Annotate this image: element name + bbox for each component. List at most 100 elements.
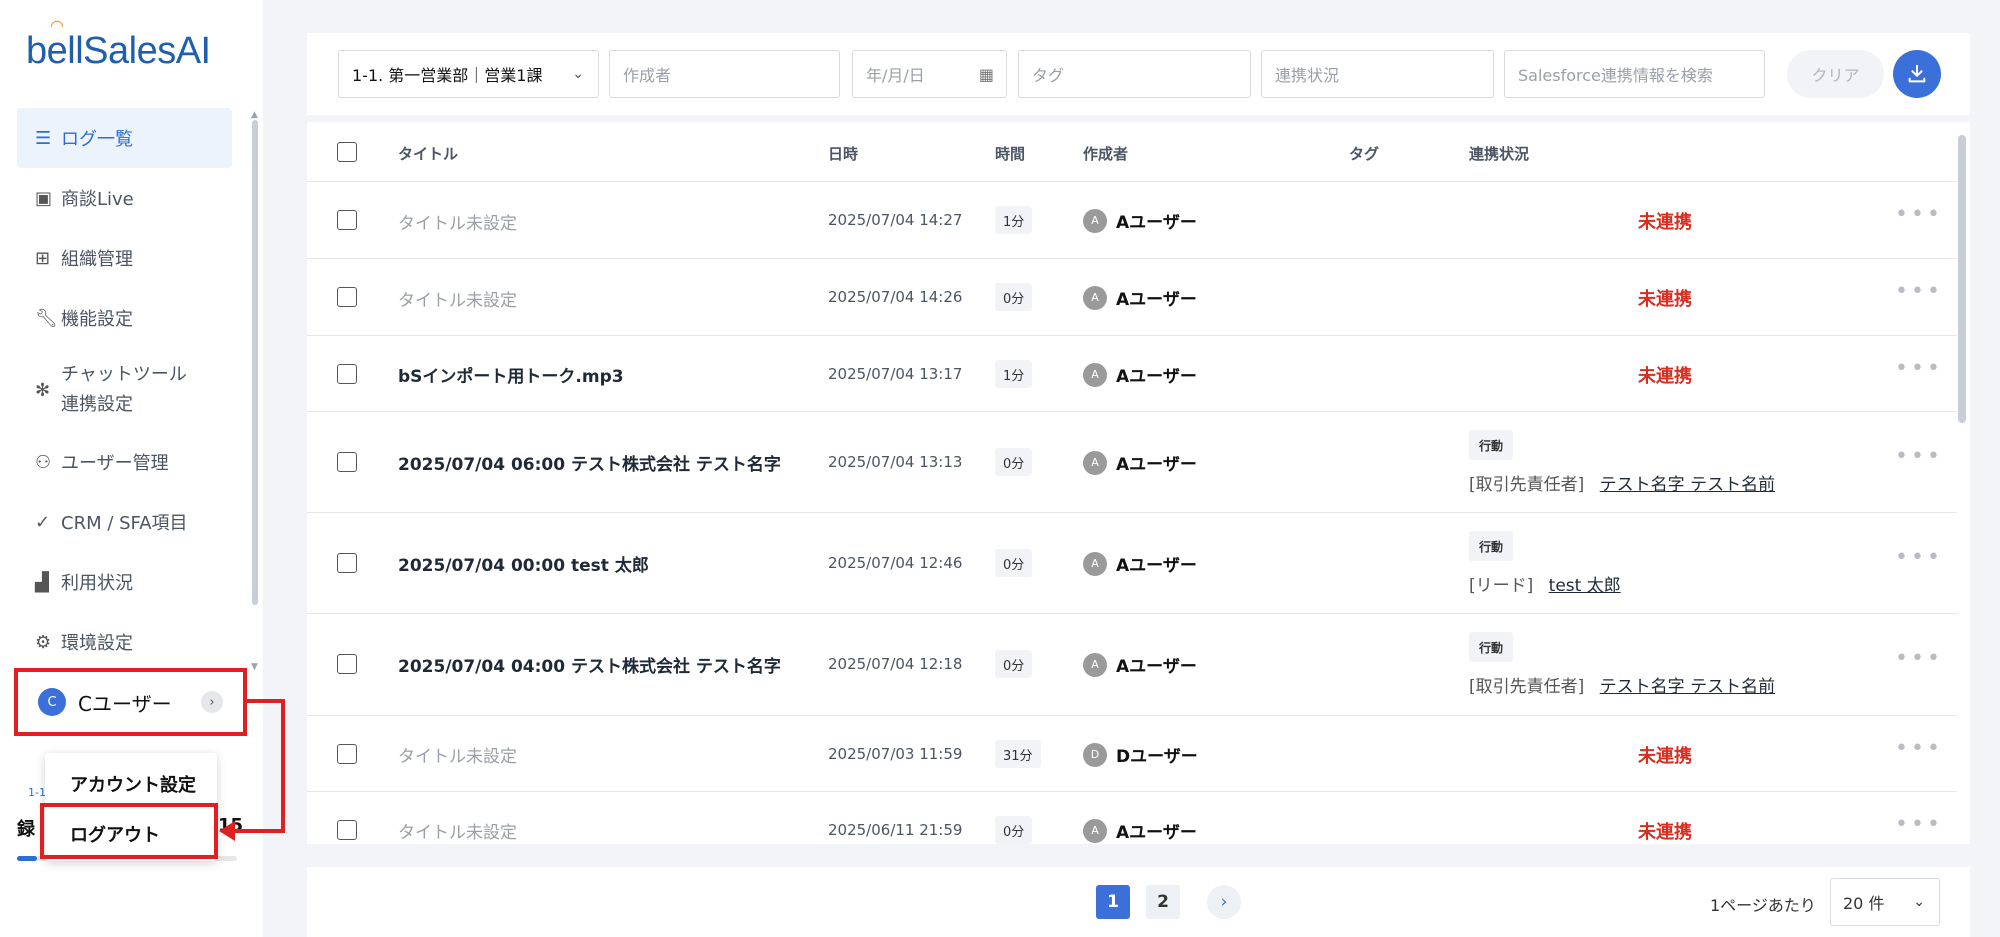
status-filter-input[interactable]: 連携状況	[1261, 50, 1494, 98]
row-title[interactable]: 2025/07/04 06:00 テスト株式会社 テスト名字	[398, 450, 781, 475]
page-button-1[interactable]: 1	[1096, 885, 1130, 919]
row-checkbox[interactable]	[337, 553, 357, 573]
sidebar-item-users[interactable]: ⚇ ユーザー管理	[17, 432, 232, 492]
header-duration[interactable]: 時間	[995, 143, 1025, 164]
more-options-icon[interactable]: •••	[1895, 279, 1943, 304]
row-author: A Aユーザー	[1083, 450, 1197, 475]
table-row[interactable]: タイトル未設定 2025/07/03 11:59 31分 D Dユーザー 未連携 …	[307, 716, 1957, 792]
row-date: 2025/07/03 11:59	[828, 745, 963, 763]
table-row[interactable]: bSインポート用トーク.mp3 2025/07/04 13:17 1分 A Aユー…	[307, 336, 1957, 412]
author-avatar: A	[1083, 208, 1107, 233]
row-link: [リード] test 太郎	[1469, 576, 1621, 596]
more-options-icon[interactable]: •••	[1895, 646, 1943, 671]
current-user-button[interactable]: C Cユーザー ›	[14, 668, 247, 736]
salesforce-search-input[interactable]: Salesforce連携情報を検索	[1504, 50, 1765, 98]
table-row[interactable]: タイトル未設定 2025/06/11 21:59 0分 A Aユーザー 未連携 •…	[307, 792, 1957, 844]
row-checkbox[interactable]	[337, 364, 357, 384]
select-all-checkbox[interactable]	[337, 142, 357, 162]
more-options-icon[interactable]: •••	[1895, 736, 1943, 761]
table-row[interactable]: 2025/07/04 06:00 テスト株式会社 テスト名字 2025/07/0…	[307, 412, 1957, 513]
sidebar-item-organization[interactable]: ⊞ 組織管理	[17, 228, 232, 288]
sidebar-item-usage[interactable]: ▟ 利用状況	[17, 552, 232, 612]
scroll-down-icon[interactable]: ▼	[251, 662, 258, 672]
sidebar-scrollbar[interactable]	[252, 120, 258, 605]
annotation-arrow-icon	[219, 821, 235, 841]
row-checkbox[interactable]	[337, 654, 357, 674]
row-date: 2025/07/04 14:26	[828, 288, 963, 306]
sidebar-item-features[interactable]: 🔧︎ 機能設定	[17, 288, 232, 348]
gear-icon: ⚙	[35, 631, 52, 653]
row-status: 未連携	[1638, 822, 1692, 843]
salesforce-record-link[interactable]: テスト名字 テスト名前	[1600, 677, 1775, 697]
sidebar-item-environment[interactable]: ⚙ 環境設定	[17, 612, 232, 672]
row-date: 2025/07/04 12:46	[828, 554, 963, 572]
sidebar-item-crm-sfa[interactable]: ✓ CRM / SFA項目	[17, 492, 232, 552]
row-title[interactable]: タイトル未設定	[398, 286, 517, 311]
header-date[interactable]: 日時	[828, 143, 858, 164]
salesforce-record-link[interactable]: test 太郎	[1549, 576, 1621, 596]
annotation-line	[232, 829, 285, 833]
users-icon: ⚇	[35, 451, 52, 473]
sidebar-item-chat-integration[interactable]: ✻ チャットツール 連携設定	[17, 348, 232, 432]
grid-icon: ⊞	[35, 247, 51, 269]
per-page-select[interactable]: 20 件 ⌄	[1830, 878, 1940, 926]
row-duration: 0分	[995, 650, 1033, 678]
clear-button[interactable]: クリア	[1787, 50, 1884, 98]
more-options-icon[interactable]: •••	[1895, 444, 1943, 469]
row-checkbox[interactable]	[337, 287, 357, 307]
more-options-icon[interactable]: •••	[1895, 356, 1943, 381]
row-date: 2025/07/04 13:17	[828, 365, 963, 383]
tag-filter-input[interactable]: タグ	[1018, 50, 1251, 98]
annotation-line	[245, 699, 285, 703]
row-title[interactable]: 2025/07/04 04:00 テスト株式会社 テスト名字	[398, 652, 781, 677]
usage-label: 録	[17, 819, 35, 840]
app-logo[interactable]: ◠ bellSalesAI	[26, 18, 211, 73]
row-title[interactable]: bSインポート用トーク.mp3	[398, 362, 624, 387]
row-author: A Aユーザー	[1083, 208, 1197, 233]
more-options-icon[interactable]: •••	[1895, 202, 1943, 227]
page-button-2[interactable]: 2	[1146, 885, 1180, 919]
row-title[interactable]: タイトル未設定	[398, 742, 517, 767]
date-filter-input[interactable]: 年/月/日 ▦	[852, 50, 1007, 98]
sidebar-item-live[interactable]: ▣ 商談Live	[17, 168, 232, 228]
row-duration: 31分	[995, 740, 1041, 768]
more-options-icon[interactable]: •••	[1895, 812, 1943, 837]
row-author: A Aユーザー	[1083, 818, 1197, 843]
scroll-up-icon[interactable]: ▲	[251, 110, 258, 120]
row-checkbox[interactable]	[337, 820, 357, 840]
table-row[interactable]: 2025/07/04 00:00 test 太郎 2025/07/04 12:4…	[307, 513, 1957, 614]
row-duration: 0分	[995, 816, 1033, 844]
menu-item-account-settings[interactable]: アカウント設定	[70, 771, 196, 797]
header-status[interactable]: 連携状況	[1469, 143, 1529, 164]
logo-wave-icon: ◠	[50, 18, 64, 35]
header-tag[interactable]: タグ	[1349, 143, 1379, 164]
row-checkbox[interactable]	[337, 744, 357, 764]
row-link: [取引先責任者] テスト名字 テスト名前	[1469, 677, 1776, 697]
action-badge: 行動	[1469, 430, 1514, 460]
header-author[interactable]: 作成者	[1083, 143, 1128, 164]
table-scrollbar[interactable]	[1958, 135, 1966, 423]
row-date: 2025/07/04 13:13	[828, 453, 963, 471]
download-button[interactable]	[1893, 50, 1941, 98]
table-row[interactable]: タイトル未設定 2025/07/04 14:26 0分 A Aユーザー 未連携 •…	[307, 259, 1957, 336]
action-badge: 行動	[1469, 632, 1514, 662]
table-header: タイトル 日時 時間 作成者 タグ 連携状況	[307, 122, 1957, 182]
row-checkbox[interactable]	[337, 452, 357, 472]
network-icon: ✻	[35, 379, 51, 401]
department-select[interactable]: 1-1. 第一営業部｜営業1課 ⌄	[338, 50, 599, 98]
row-title[interactable]: タイトル未設定	[398, 209, 517, 234]
author-avatar: A	[1083, 551, 1107, 576]
header-title[interactable]: タイトル	[398, 143, 458, 164]
table-row[interactable]: タイトル未設定 2025/07/04 14:27 1分 A Aユーザー 未連携 •…	[307, 182, 1957, 259]
next-page-button[interactable]: ›	[1207, 885, 1241, 919]
more-options-icon[interactable]: •••	[1895, 545, 1943, 570]
author-filter-input[interactable]: 作成者	[609, 50, 840, 98]
calendar-icon[interactable]: ▦	[979, 65, 994, 84]
salesforce-record-link[interactable]: テスト名字 テスト名前	[1600, 475, 1775, 495]
row-title[interactable]: 2025/07/04 00:00 test 太郎	[398, 551, 649, 576]
table-row[interactable]: 2025/07/04 04:00 テスト株式会社 テスト名字 2025/07/0…	[307, 614, 1957, 716]
row-title[interactable]: タイトル未設定	[398, 818, 517, 843]
sidebar-item-log-list[interactable]: ☰ ログ一覧	[17, 108, 232, 168]
row-checkbox[interactable]	[337, 210, 357, 230]
pagination: 1 2 › 1ページあたり 20 件 ⌄	[307, 867, 1970, 937]
